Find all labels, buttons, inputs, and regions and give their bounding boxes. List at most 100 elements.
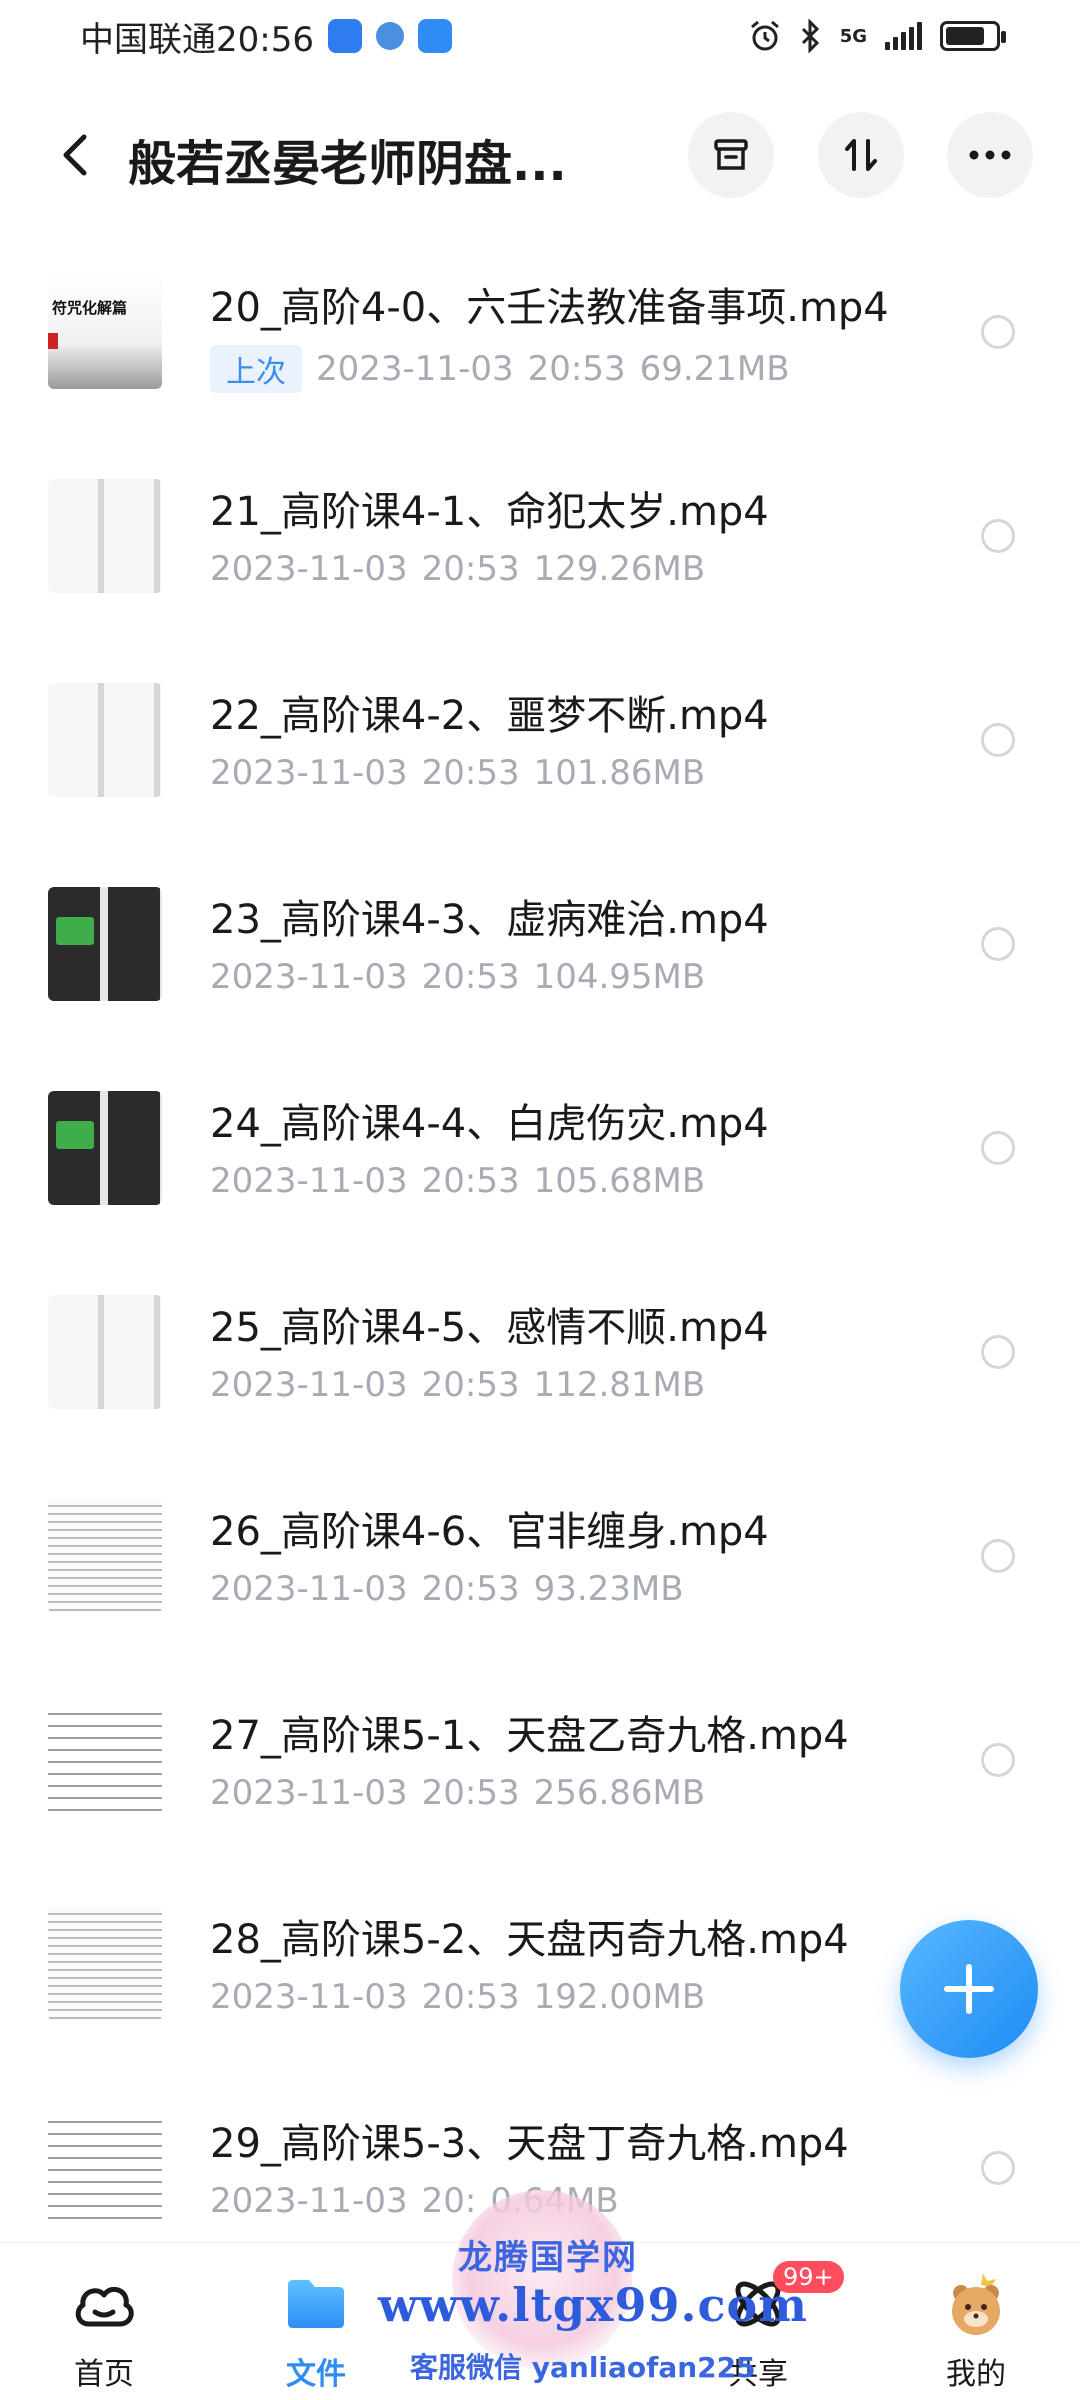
file-time: 20: xyxy=(421,2181,477,2221)
chevron-left-icon xyxy=(63,134,87,176)
file-time: 20:53 xyxy=(421,1569,520,1609)
select-checkbox[interactable] xyxy=(981,723,1015,757)
video-thumbnail xyxy=(48,2111,162,2225)
select-checkbox[interactable] xyxy=(981,927,1015,961)
file-date: 2023-11-03 xyxy=(210,1365,408,1405)
status-bar: 中国联通20:56 5G xyxy=(0,0,1080,72)
video-thumbnail xyxy=(48,1091,162,1205)
thumbnail-decoration xyxy=(56,1121,94,1149)
file-row[interactable]: 27_高阶课5-1、天盘乙奇九格.mp4 2023-11-03 20:53 256.8… xyxy=(0,1683,1080,1887)
thumbnail-decoration xyxy=(56,917,94,945)
nav-profile[interactable]: 我的 xyxy=(876,2243,1076,2400)
app-notification-icon xyxy=(375,22,404,50)
file-time: 20:53 xyxy=(421,1773,520,1813)
page-title: 般若丞晏老师阴盘... xyxy=(128,136,567,192)
watermark-url: www.ltgx99.com xyxy=(378,2278,808,2332)
file-name: 20_高阶4-0、六壬法教准备事项.mp4 xyxy=(210,285,889,331)
file-row[interactable]: 22_高阶课4-2、噩梦不断.mp4 2023-11-03 20:53 101.86M… xyxy=(0,663,1080,867)
select-checkbox[interactable] xyxy=(981,1539,1015,1573)
file-size: 192.00MB xyxy=(533,1977,706,2017)
header: 般若丞晏老师阴盘... xyxy=(0,100,1080,210)
video-thumbnail xyxy=(48,1499,162,1613)
select-checkbox[interactable] xyxy=(981,519,1015,553)
network-type-label: 5G xyxy=(839,25,867,47)
file-meta: 2023-11-03 20:53 256.86MB xyxy=(210,1773,705,1813)
nav-home[interactable]: 首页 xyxy=(4,2243,204,2400)
video-thumbnail: 符咒化解篇 xyxy=(48,275,162,389)
select-checkbox[interactable] xyxy=(981,315,1015,349)
folder-icon xyxy=(281,2269,351,2339)
file-time: 20:53 xyxy=(421,1161,520,1201)
file-row[interactable]: 符咒化解篇 20_高阶4-0、六壬法教准备事项.mp4 上次 2023-11-03 20… xyxy=(0,255,1080,459)
archive-button[interactable] xyxy=(688,112,774,198)
file-size: 105.68MB xyxy=(533,1161,706,1201)
cloud-home-icon xyxy=(69,2269,139,2339)
carrier-time: 中国联通20:56 xyxy=(80,19,314,60)
file-date: 2023-11-03 xyxy=(210,1977,408,2017)
file-meta: 上次 2023-11-03 20:53 69.21MB xyxy=(210,345,790,393)
file-size: 104.95MB xyxy=(533,957,706,997)
file-meta: 2023-11-03 20:53 105.68MB xyxy=(210,1161,705,1201)
app-notification-icon xyxy=(417,19,452,53)
file-name: 22_高阶课4-2、噩梦不断.mp4 xyxy=(210,693,769,739)
file-name: 23_高阶课4-3、虚病难治.mp4 xyxy=(210,897,769,943)
more-icon xyxy=(969,150,1011,160)
file-row[interactable]: 25_高阶课4-5、感情不顺.mp4 2023-11-03 20:53 112.81M… xyxy=(0,1275,1080,1479)
status-right: 5G xyxy=(748,19,1006,53)
file-date: 2023-11-03 xyxy=(210,753,408,793)
status-left: 中国联通20:56 xyxy=(80,12,452,61)
file-date: 2023-11-03 xyxy=(210,1161,408,1201)
file-date: 2023-11-03 xyxy=(210,957,408,997)
sort-button[interactable] xyxy=(818,112,904,198)
file-row[interactable]: 23_高阶课4-3、虚病难治.mp4 2023-11-03 20:53 104.95M… xyxy=(0,867,1080,1071)
avatar-icon xyxy=(941,2269,1011,2339)
file-size: 69.21MB xyxy=(639,349,790,389)
file-row[interactable]: 24_高阶课4-4、白虎伤灾.mp4 2023-11-03 20:53 105.68M… xyxy=(0,1071,1080,1275)
watermark-contact: 客服微信 yanliaofan225 xyxy=(410,2351,756,2384)
file-date: 2023-11-03 xyxy=(316,349,514,389)
file-name: 21_高阶课4-1、命犯太岁.mp4 xyxy=(210,489,769,535)
file-time: 20:53 xyxy=(421,753,520,793)
thumbnail-title: 符咒化解篇 xyxy=(52,299,128,317)
select-checkbox[interactable] xyxy=(981,1743,1015,1777)
video-thumbnail xyxy=(48,1907,162,2021)
add-button[interactable] xyxy=(900,1920,1038,2058)
archive-icon xyxy=(714,139,748,170)
last-played-badge: 上次 xyxy=(210,345,302,393)
file-time: 20:53 xyxy=(421,957,520,997)
file-time: 20:53 xyxy=(421,1365,520,1405)
thumbnail-decoration xyxy=(48,333,58,349)
file-name: 28_高阶课5-2、天盘丙奇九格.mp4 xyxy=(210,1917,849,1963)
file-meta: 2023-11-03 20:53 192.00MB xyxy=(210,1977,705,2017)
alarm-icon xyxy=(750,20,779,51)
file-row[interactable]: 21_高阶课4-1、命犯太岁.mp4 2023-11-03 20:53 129.26M… xyxy=(0,459,1080,663)
video-thumbnail xyxy=(48,479,162,593)
back-button[interactable] xyxy=(50,128,100,182)
file-name: 27_高阶课5-1、天盘乙奇九格.mp4 xyxy=(210,1713,849,1759)
battery-icon xyxy=(940,21,1006,51)
file-time: 20:53 xyxy=(421,1977,520,2017)
file-meta: 2023-11-03 20:53 93.23MB xyxy=(210,1569,684,1609)
file-meta: 2023-11-03 20:53 129.26MB xyxy=(210,549,705,589)
select-checkbox[interactable] xyxy=(981,2151,1015,2185)
video-thumbnail xyxy=(48,1295,162,1409)
file-time: 20:53 xyxy=(527,349,626,389)
file-meta: 2023-11-03 20:53 112.81MB xyxy=(210,1365,705,1405)
bluetooth-icon xyxy=(801,19,819,53)
file-name: 24_高阶课4-4、白虎伤灾.mp4 xyxy=(210,1101,769,1147)
video-thumbnail xyxy=(48,1703,162,1817)
file-name: 26_高阶课4-6、官非缠身.mp4 xyxy=(210,1509,769,1555)
file-row[interactable]: 26_高阶课4-6、官非缠身.mp4 2023-11-03 20:53 93.23MB xyxy=(0,1479,1080,1683)
video-thumbnail xyxy=(48,683,162,797)
file-meta: 2023-11-03 20:53 101.86MB xyxy=(210,753,705,793)
select-checkbox[interactable] xyxy=(981,1335,1015,1369)
file-date: 2023-11-03 xyxy=(210,1773,408,1813)
file-size: 256.86MB xyxy=(533,1773,706,1813)
signal-icon xyxy=(885,22,922,50)
nav-home-label: 首页 xyxy=(74,2357,134,2392)
watermark-title: 龙腾国学网 xyxy=(458,2238,638,2278)
more-button[interactable] xyxy=(947,112,1033,198)
battery-level xyxy=(946,27,984,45)
sort-icon xyxy=(845,139,877,171)
select-checkbox[interactable] xyxy=(981,1131,1015,1165)
